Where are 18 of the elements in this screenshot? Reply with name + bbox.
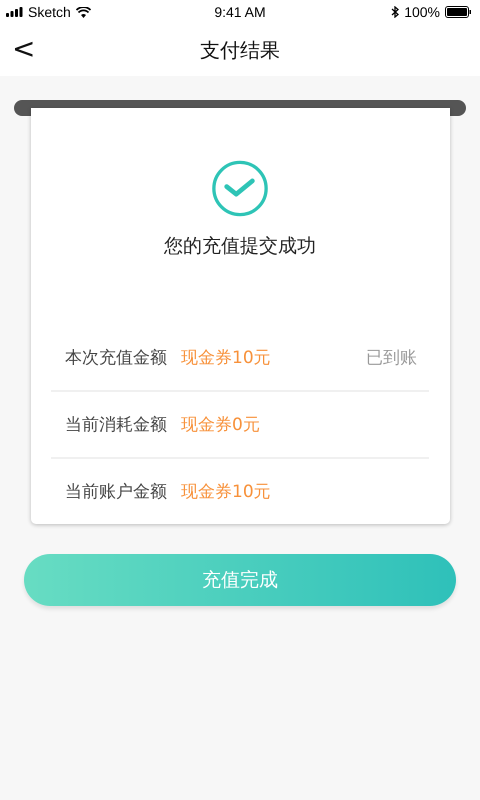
row-label: 当前消耗金额 [65, 414, 167, 436]
page-title: 支付结果 [200, 36, 280, 64]
carrier-name: Sketch [28, 4, 71, 20]
row-value: 现金券10元 [181, 481, 271, 503]
wifi-icon [76, 6, 91, 18]
status-time: 9:41 AM [214, 4, 266, 20]
success-message: 您的充值提交成功 [164, 234, 316, 259]
row-label: 当前账户金额 [65, 481, 167, 503]
row-status: 已到账 [366, 347, 417, 369]
battery-icon [445, 6, 472, 18]
row-label: 本次充值金额 [65, 347, 167, 369]
battery-percent: 100% [404, 4, 440, 20]
bluetooth-icon [391, 6, 400, 18]
row-value: 现金券10元 [181, 347, 271, 369]
back-button[interactable]: < [6, 32, 42, 66]
check-circle-icon [210, 160, 270, 217]
row-value: 现金券0元 [181, 414, 260, 436]
signal-icon [6, 7, 23, 17]
